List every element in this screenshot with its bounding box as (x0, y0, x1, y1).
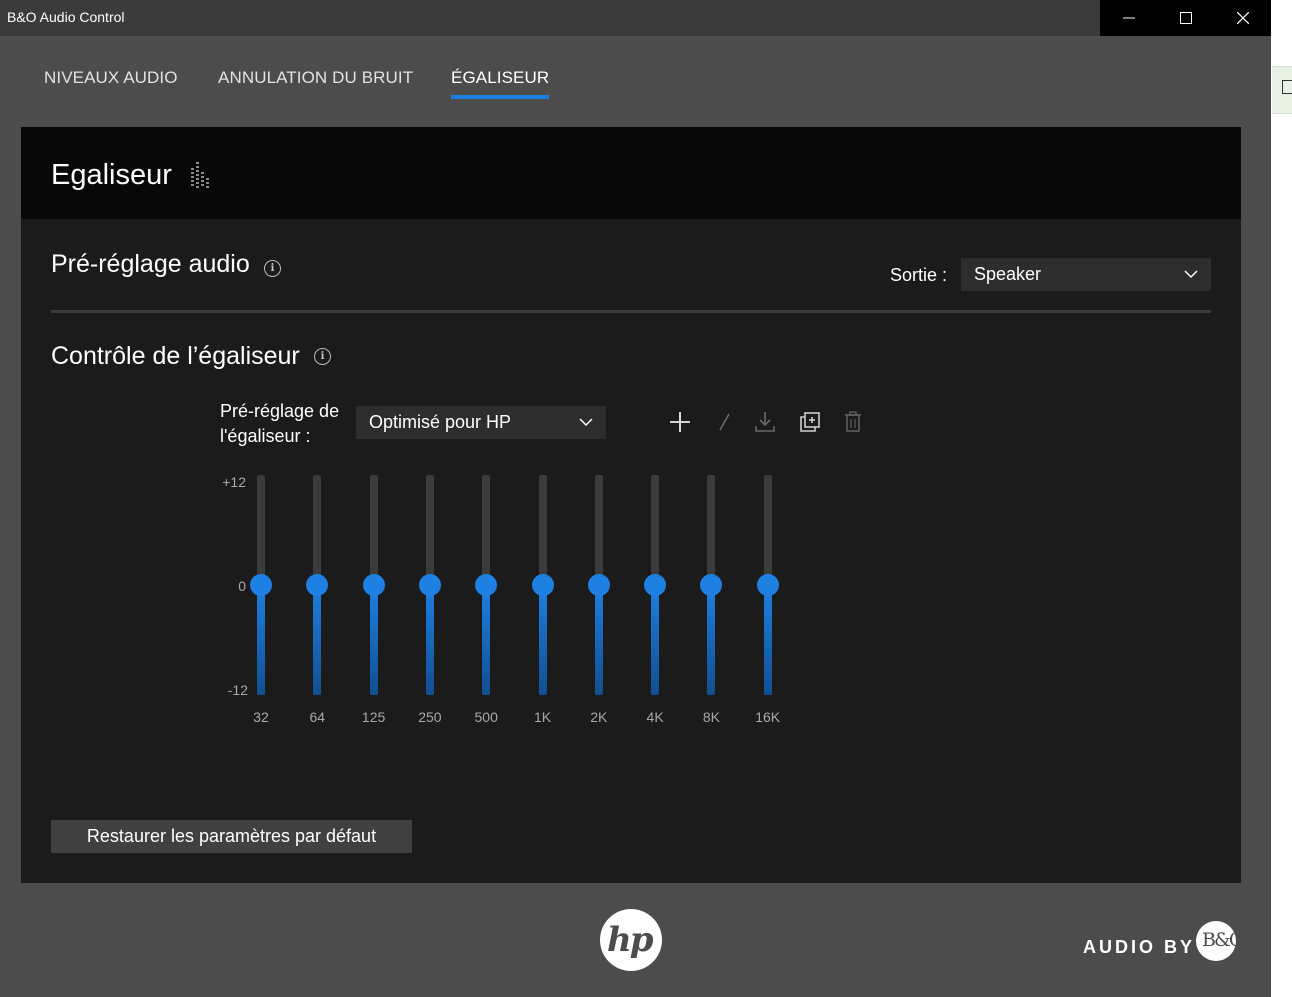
slider-thumb[interactable] (644, 574, 667, 596)
freq-label: 4K (646, 709, 664, 725)
info-icon[interactable]: i (314, 348, 331, 365)
freq-label: 32 (253, 709, 269, 725)
chevron-down-icon (579, 418, 593, 427)
info-icon[interactable]: i (264, 260, 281, 277)
output-label: Sortie : (890, 265, 948, 285)
slider-thumb[interactable] (306, 574, 329, 596)
download-icon (755, 412, 775, 432)
maximize-button[interactable] (1157, 0, 1214, 36)
freq-label: 125 (361, 709, 386, 725)
add-icon (670, 412, 690, 432)
eq-slider-4k[interactable] (643, 475, 667, 697)
slider-thumb[interactable] (475, 574, 498, 596)
eq-preset-select-value: Optimisé pour HP (369, 412, 512, 432)
slider-fill (257, 587, 265, 695)
eq-slider-1k[interactable] (531, 475, 555, 697)
slider-fill (707, 587, 716, 695)
maximize-icon (1179, 12, 1192, 24)
freq-label: 2K (590, 709, 608, 725)
close-icon (1236, 12, 1249, 24)
bo-logo-text: B&O (1202, 929, 1244, 951)
minimize-icon (1122, 17, 1135, 19)
output-select-value: Speaker (974, 264, 1042, 284)
tab-niveaux-audio[interactable]: NIVEAUX AUDIO (44, 68, 178, 88)
title-bar: B&O Audio Control (0, 0, 1271, 36)
axis-label-mid: 0 (238, 578, 246, 594)
delete-icon (845, 411, 861, 432)
section-divider (51, 310, 1211, 313)
eq-slider-64[interactable] (305, 475, 329, 697)
delete-preset-button[interactable] (841, 410, 865, 434)
freq-label: 250 (418, 709, 442, 725)
audio-by-label: AUDIO BY (1083, 937, 1196, 957)
slider-fill (482, 587, 491, 695)
duplicate-preset-button[interactable] (798, 410, 822, 434)
slider-thumb[interactable] (587, 574, 610, 596)
eq-slider-2k[interactable] (587, 475, 611, 697)
slider-thumb[interactable] (756, 574, 779, 596)
app-window: B&O Audio Control NIVEAUX AUDIO ANNULATI… (0, 0, 1271, 997)
chevron-down-icon (1184, 270, 1198, 279)
tab-annulation-du-bruit[interactable]: ANNULATION DU BRUIT (218, 68, 413, 88)
eq-slider-8k[interactable] (699, 475, 723, 697)
hp-logo: hp (600, 909, 662, 971)
eq-slider-125[interactable] (362, 475, 386, 697)
slider-thumb[interactable] (362, 574, 385, 596)
slider-thumb[interactable] (250, 574, 272, 596)
eq-slider-32[interactable] (249, 475, 273, 697)
slider-fill (594, 587, 603, 695)
window-controls (1100, 0, 1271, 36)
slider-fill (763, 587, 772, 695)
background-window-strip (1272, 0, 1292, 997)
edit-preset-button[interactable] (712, 410, 736, 434)
document-icon (1282, 80, 1292, 94)
freq-label: 1K (533, 709, 552, 725)
minimize-button[interactable] (1100, 0, 1157, 36)
hp-logo-text: hp (607, 920, 653, 960)
eq-slider-500[interactable] (474, 475, 498, 697)
output-select[interactable]: Speaker (961, 258, 1211, 291)
eq-slider-250[interactable] (418, 475, 442, 697)
restore-defaults-button[interactable]: Restaurer les paramètres par défaut (51, 820, 412, 853)
audio-preset-title: Pré-réglage audio (51, 250, 250, 278)
eq-control-title: Contrôle de l’égaliseur (51, 342, 300, 370)
panel-header: Egaliseur (21, 127, 1241, 219)
download-preset-button[interactable] (753, 410, 777, 434)
axis-label-bottom: -12 (227, 682, 248, 698)
tab-bar: NIVEAUX AUDIO ANNULATION DU BRUIT ÉGALIS… (0, 36, 1271, 126)
edit-icon (719, 413, 730, 431)
window-title: B&O Audio Control (7, 9, 125, 25)
freq-label: 8K (702, 709, 720, 725)
slider-thumb[interactable] (531, 574, 554, 596)
equalizer-panel: Egaliseur Pré-réglage audio i Sortie : S… (21, 127, 1241, 883)
freq-label: 64 (309, 709, 326, 725)
slider-fill (425, 587, 434, 695)
add-preset-button[interactable] (668, 410, 692, 434)
slider-thumb[interactable] (700, 574, 723, 596)
eq-preset-select[interactable]: Optimisé pour HP (356, 406, 606, 439)
equalizer-icon (191, 162, 209, 188)
freq-label: 16K (755, 709, 781, 725)
slider-thumb[interactable] (418, 574, 441, 596)
slider-fill (313, 587, 322, 695)
freq-label: 500 (474, 709, 498, 725)
slider-fill (369, 587, 378, 695)
tab-egaliseur[interactable]: ÉGALISEUR (451, 68, 550, 99)
slider-fill (538, 587, 547, 695)
eq-preset-label: Pré-réglage de l'égaliseur : (220, 401, 340, 446)
slider-fill (651, 587, 660, 695)
bang-olufsen-logo: B&O (1196, 921, 1244, 961)
duplicate-icon (800, 412, 820, 432)
eq-slider-16k[interactable] (756, 475, 780, 697)
axis-label-top: +12 (222, 474, 246, 490)
close-button[interactable] (1214, 0, 1271, 36)
panel-title: Egaliseur (51, 159, 172, 191)
